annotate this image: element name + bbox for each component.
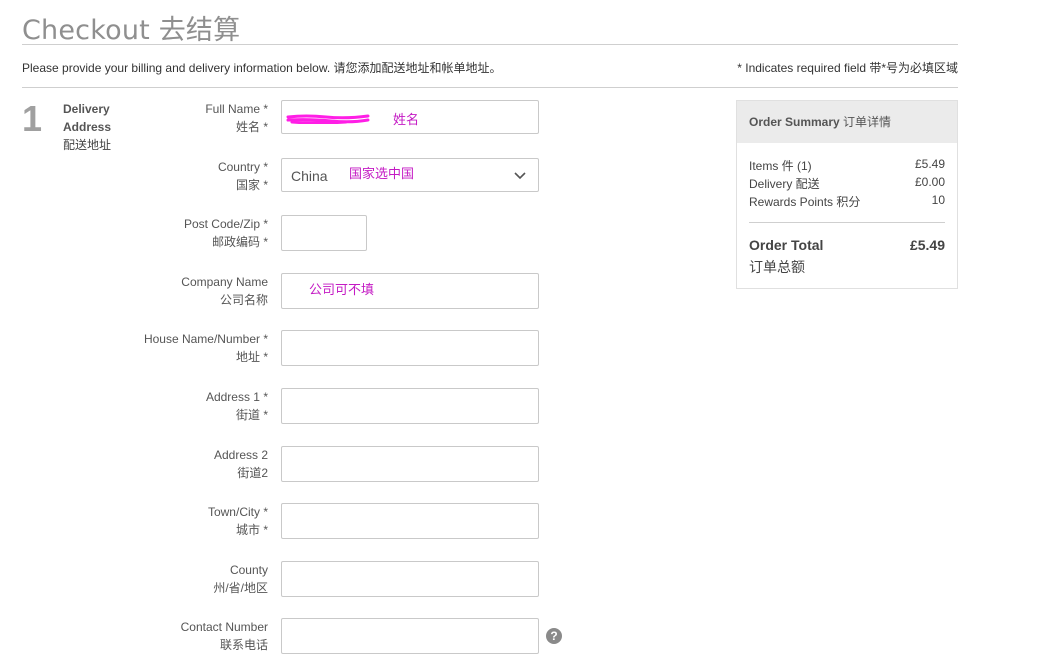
summary-rewards-row: Rewards Points 积分 10 [749,193,945,210]
company-name-label-en: Company Name [181,275,268,289]
summary-items-row: Items 件 (1) £5.49 [749,157,945,174]
country-select-value: China [291,168,328,184]
address2-label-zh: 街道2 [237,466,268,480]
contact-number-input[interactable] [281,618,539,654]
step-title-zh: 配送地址 [63,138,112,152]
address2-label: Address 2 街道2 [68,446,268,482]
summary-delivery-row: Delivery 配送 £0.00 [749,175,945,192]
summary-rewards-label: Rewards Points 积分 [749,195,861,209]
order-summary-title-zh: 订单详情 [843,115,892,129]
address1-label-zh: 街道 * [235,408,268,422]
address2-label-en: Address 2 [213,448,268,462]
house-input[interactable] [281,330,539,366]
summary-delivery-amount: £0.00 [914,175,945,189]
contact-number-label-zh: 联系电话 [219,638,268,652]
town-label-en: Town/City * [207,505,268,519]
town-label-zh: 城市 * [235,523,268,537]
contact-number-label: Contact Number 联系电话 [68,618,268,654]
county-label-zh: 州/省/地区 [213,581,268,595]
summary-items-amount: £5.49 [914,157,945,171]
help-icon[interactable]: ? [546,628,562,644]
full-name-label: Full Name * 姓名 * [68,100,268,136]
chevron-down-icon [514,172,526,180]
address1-label: Address 1 * 街道 * [68,388,268,424]
county-label: County 州/省/地区 [68,561,268,597]
redaction-scribble [286,114,370,124]
address1-input[interactable] [281,388,539,424]
house-label-en: House Name/Number * [143,332,268,346]
town-label: Town/City * 城市 * [68,503,268,539]
intro-text: Please provide your billing and delivery… [22,61,502,75]
town-input[interactable] [281,503,539,539]
company-name-label-zh: 公司名称 [219,293,268,307]
summary-rewards-amount: 10 [931,193,945,207]
country-label-en: Country * [217,160,268,174]
page-title: Checkout 去结算 [22,15,241,46]
order-total-label-zh: 订单总额 [749,259,805,275]
post-code-label: Post Code/Zip * 邮政编码 * [68,215,268,251]
contact-number-label-en: Contact Number [180,620,268,634]
country-label: Country * 国家 * [68,158,268,194]
company-annotation: 公司可不填 [309,282,375,297]
country-annotation: 国家选中国 [349,166,415,181]
company-name-label: Company Name 公司名称 [68,273,268,309]
full-name-label-en: Full Name * [205,102,268,116]
order-summary-header: Order Summary 订单详情 [737,101,957,143]
order-total-label: Order Total [749,237,824,253]
order-summary-panel: Order Summary 订单详情 Items 件 (1) £5.49 Del… [736,100,958,289]
summary-divider [749,222,945,223]
country-label-zh: 国家 * [235,178,268,192]
header-divider [22,44,958,45]
required-field-note: * Indicates required field 带*号为必填区域 [737,61,958,75]
full-name-label-zh: 姓名 * [235,120,268,134]
county-label-en: County [229,563,268,577]
post-code-label-en: Post Code/Zip * [183,217,268,231]
address2-input[interactable] [281,446,539,482]
order-total-row: Order Total £5.49 [749,237,945,253]
house-label: House Name/Number * 地址 * [68,330,268,366]
order-summary-title-en: Order Summary [749,115,840,129]
address1-label-en: Address 1 * [205,390,268,404]
step-number: 1 [22,98,43,139]
order-total-amount: £5.49 [909,237,945,253]
post-code-label-zh: 邮政编码 * [211,235,268,249]
full-name-annotation: 姓名 [393,112,420,127]
summary-items-label: Items 件 (1) [749,159,812,173]
summary-delivery-label: Delivery 配送 [749,177,820,191]
intro-divider [22,87,958,88]
post-code-input[interactable] [281,215,367,251]
house-label-zh: 地址 * [235,350,268,364]
county-input[interactable] [281,561,539,597]
